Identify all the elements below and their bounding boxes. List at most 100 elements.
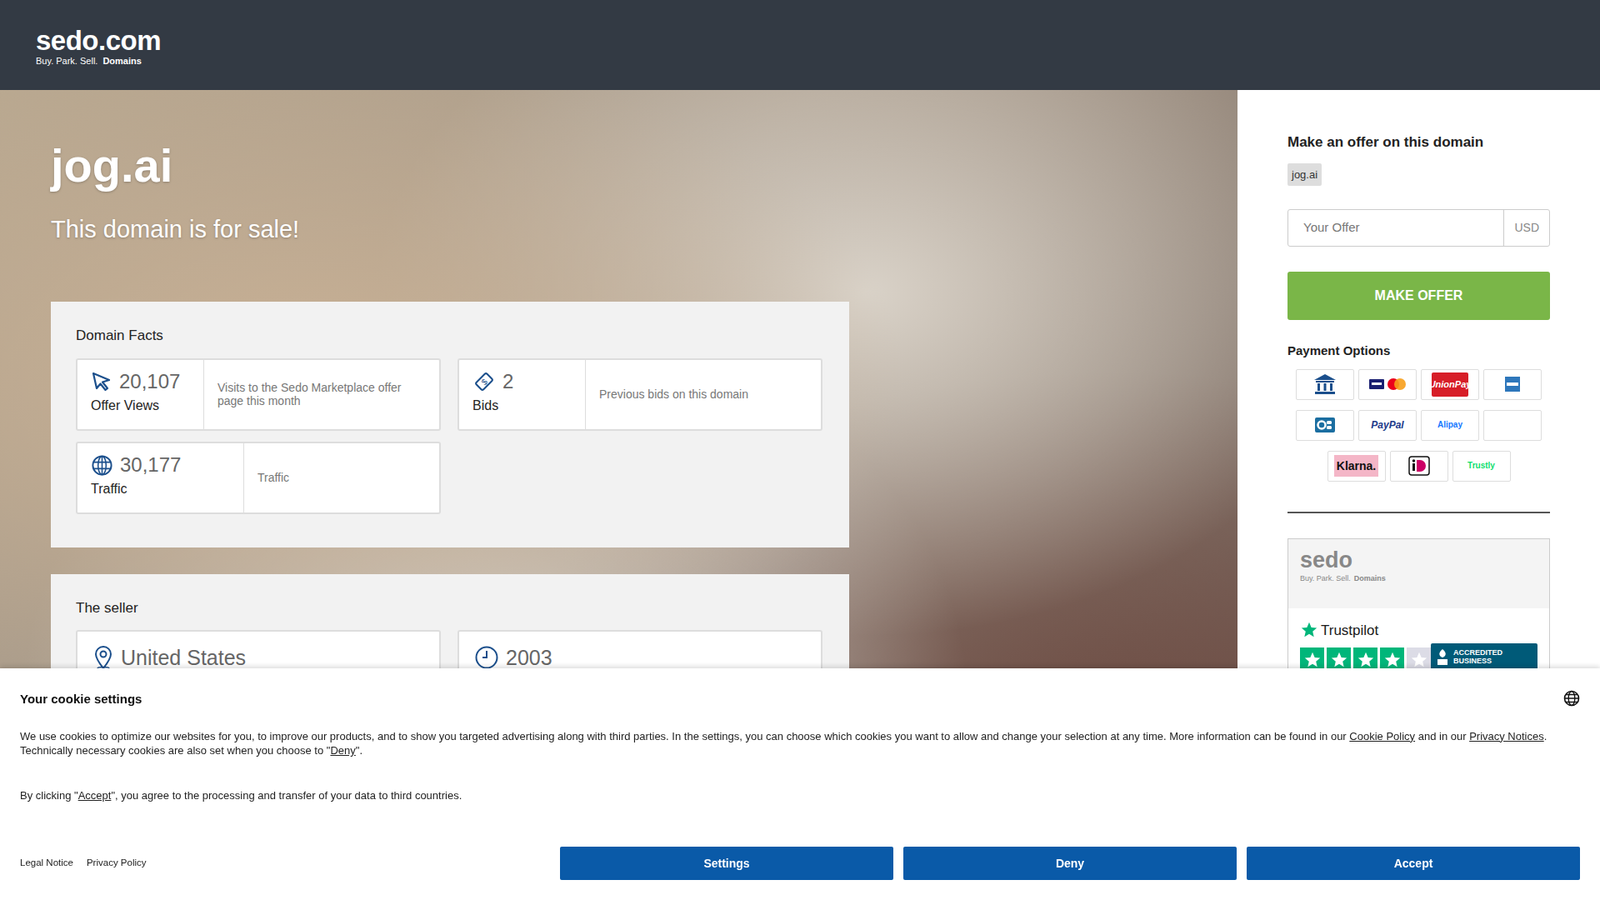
payment-grid: UnionPay PayPal Alipay Klarna. Trustly	[1287, 369, 1550, 482]
payment-blank	[1483, 410, 1542, 441]
footer-link[interactable]: Privacy Policy	[86, 855, 147, 870]
trust-tagline: Buy. Park. Sell.Domains	[1300, 573, 1538, 585]
tagline-bold: Domains	[102, 55, 141, 66]
tagline-text: Buy. Park. Sell.	[35, 55, 98, 66]
sale-subtitle: This domain is for sale!	[50, 215, 1238, 245]
settings-button[interactable]: Settings	[560, 846, 894, 880]
logo-tagline: Buy. Park. Sell. Domains	[35, 55, 161, 67]
fact-number-row: $2	[472, 370, 577, 395]
cookie-footer-links: Legal Notice Privacy Policy	[20, 855, 147, 870]
svg-text:$: $	[479, 376, 490, 387]
seller-value: 2003	[505, 645, 553, 670]
fact-number-row: 30,177	[90, 453, 235, 478]
bbb-badge[interactable]: ACCREDITED BUSINESS	[1430, 643, 1538, 672]
cookie-text: We use cookies to optimize our websites …	[20, 729, 1580, 759]
cb-icon	[1312, 415, 1338, 435]
trust-box: sedoBuy. Park. Sell.DomainsTrustpilotACC…	[1287, 538, 1550, 690]
cookie-link[interactable]: Cookie Policy	[1349, 730, 1415, 743]
sedo-logo[interactable]: sedo.comBuy. Park. Sell. Domains	[35, 26, 161, 67]
payment-title: Payment Options	[1287, 341, 1550, 361]
cookie-buttons: Settings Deny Accept	[560, 846, 1580, 880]
cookie-banner: Your cookie settings We use cookies to op…	[0, 668, 1600, 900]
offer-title: Make an offer on this domain	[1287, 131, 1550, 154]
unionpay-logo: UnionPay	[1431, 372, 1469, 397]
site-header: sedo.comBuy. Park. Sell. Domains	[0, 0, 1600, 90]
payment-klarna: Klarna.	[1327, 450, 1386, 482]
fact-card: $2BidsPrevious bids on this domain	[457, 358, 823, 431]
cookie-link[interactable]: Privacy Notices	[1469, 730, 1545, 743]
currency-label: USD	[1503, 210, 1550, 246]
bbb-label: ACCREDITED BUSINESS	[1453, 649, 1533, 666]
sidebar-divider	[1287, 511, 1550, 514]
domain-badge: jog.ai	[1287, 163, 1322, 187]
payment-label: Alipay	[1437, 420, 1463, 430]
payment-trustly: Trustly	[1452, 450, 1511, 482]
cookie-text-part: ".	[355, 744, 363, 757]
fact-card: 30,177TrafficTraffic	[75, 441, 441, 515]
clock-icon	[474, 645, 500, 670]
cookie-text-part: We use cookies to optimize our websites …	[20, 730, 1350, 743]
fact-value: 20,107	[119, 370, 180, 395]
payment-paypal: PayPal	[1358, 410, 1417, 441]
fact-description: Visits to the Sedo Marketplace offer pag…	[204, 360, 440, 430]
seller-row: 2003	[474, 645, 806, 670]
bids-icon: $	[472, 370, 496, 394]
location-pin-icon	[92, 645, 115, 670]
cookie-link[interactable]: Accept	[78, 789, 112, 802]
fact-label: Offer Views	[90, 395, 195, 416]
payment-label: PayPal	[1370, 420, 1404, 430]
deny-button[interactable]: Deny	[903, 846, 1237, 880]
cards-icon	[1367, 375, 1408, 394]
payment-bank	[1295, 369, 1355, 400]
make-offer-button[interactable]: MAKE OFFER	[1287, 271, 1550, 320]
footer-link[interactable]: Legal Notice	[20, 855, 74, 870]
trust-header: sedoBuy. Park. Sell.Domains	[1288, 539, 1550, 609]
sedo-trust-logo: sedo	[1300, 549, 1538, 572]
fact-number-row: 20,107	[90, 370, 195, 395]
bbb-torch-icon	[1435, 648, 1450, 667]
cookie-text-part: ", you agree to the processing and trans…	[110, 789, 462, 802]
panel-title: Domain Facts	[75, 325, 825, 347]
fact-value: 2	[502, 370, 514, 395]
fact-label: Traffic	[90, 479, 235, 500]
payment-cards	[1358, 369, 1417, 400]
domain-facts-panel: Domain Facts20,107Offer ViewsVisits to t…	[50, 301, 850, 548]
facts-grid: 20,107Offer ViewsVisits to the Sedo Mark…	[75, 358, 825, 515]
fact-description: Traffic	[244, 443, 303, 513]
trustpilot-label: Trustpilot	[1320, 620, 1379, 642]
seller-row: United States	[92, 645, 425, 670]
cookie-title: Your cookie settings	[20, 690, 142, 710]
bank-icon	[1312, 372, 1338, 396]
payment-amex	[1483, 369, 1542, 400]
language-globe-icon[interactable]	[1563, 690, 1580, 707]
fact-card: 20,107Offer ViewsVisits to the Sedo Mark…	[75, 358, 441, 431]
fact-value-box: $2Bids	[459, 360, 586, 430]
payment-label: UnionPay	[1429, 380, 1472, 390]
offer-input[interactable]	[1288, 210, 1504, 246]
trustpilot-brand: Trustpilot	[1300, 620, 1431, 642]
payment-cb	[1295, 410, 1355, 441]
cookie-header: Your cookie settings	[20, 690, 1580, 710]
tagline-bold: Domains	[1354, 574, 1386, 583]
payment-unionpay: UnionPay	[1420, 369, 1480, 400]
seller-value: United States	[120, 645, 246, 670]
panel-title: The seller	[75, 597, 825, 620]
ideal-icon	[1408, 455, 1430, 476]
traffic-icon	[90, 454, 114, 477]
fact-value-box: 20,107Offer Views	[77, 360, 205, 430]
cookie-text-part: By clicking "	[20, 789, 79, 802]
payment-label: Trustly	[1467, 461, 1495, 470]
cookie-link[interactable]: Deny	[330, 744, 355, 757]
fact-value-box: 30,177Traffic	[77, 443, 245, 513]
amex-icon	[1500, 375, 1525, 394]
offer-field: USD	[1287, 209, 1550, 247]
tagline-text: Buy. Park. Sell.	[1300, 574, 1351, 583]
fact-value: 30,177	[120, 453, 181, 478]
fact-label: Bids	[472, 395, 577, 416]
cookie-footer: Legal Notice Privacy Policy Settings Deny Ac…	[20, 846, 1580, 880]
trustpilot-star-icon	[1300, 620, 1319, 640]
trustpilot-widget[interactable]: Trustpilot	[1300, 620, 1431, 673]
fact-description: Previous bids on this domain	[585, 360, 762, 430]
accept-button[interactable]: Accept	[1246, 846, 1580, 880]
logo-text[interactable]: sedo.com	[35, 26, 161, 55]
